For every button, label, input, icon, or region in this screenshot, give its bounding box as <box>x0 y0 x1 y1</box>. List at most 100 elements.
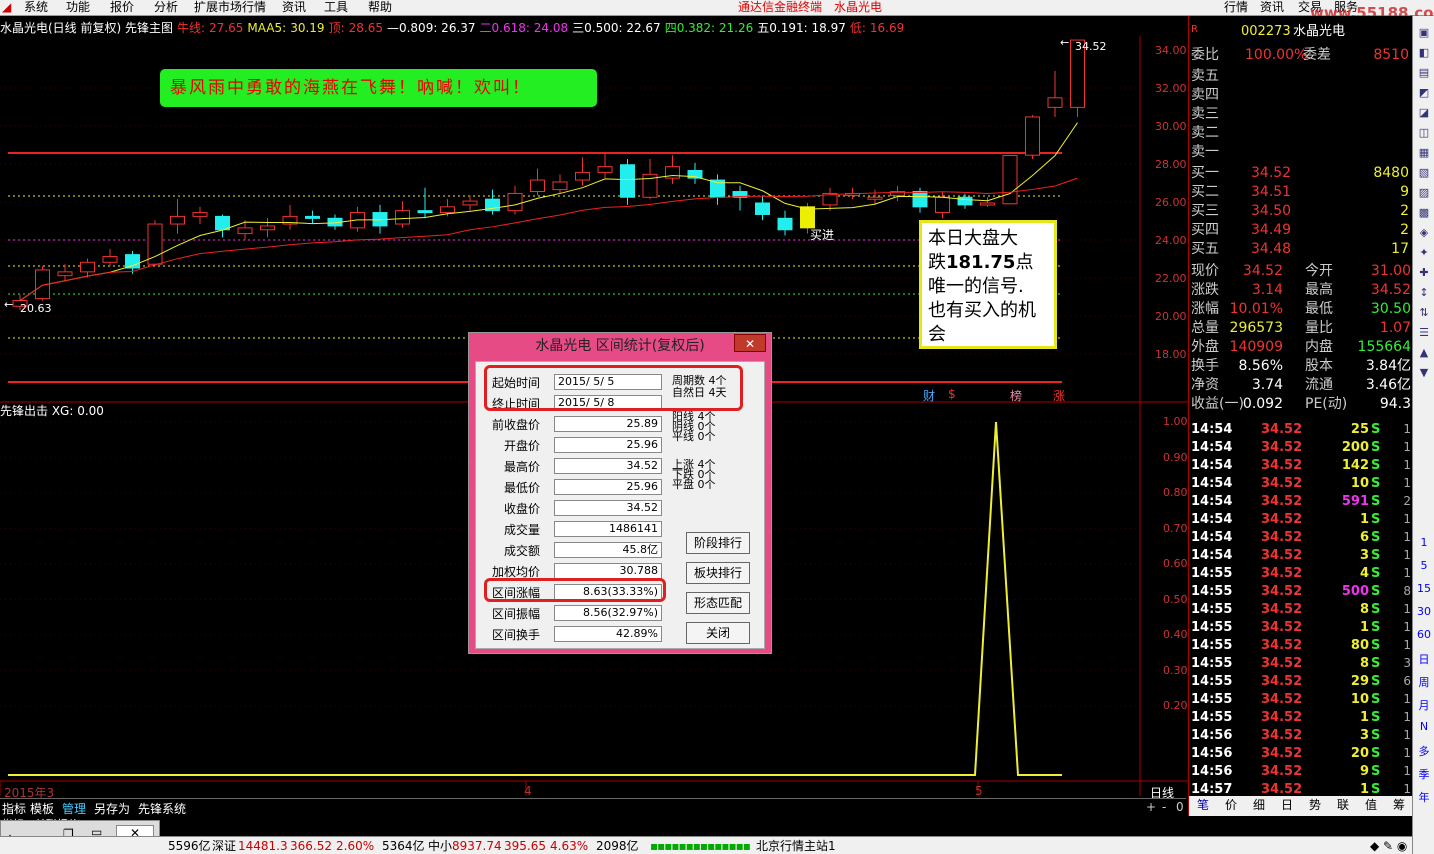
candle-body <box>755 202 770 215</box>
period-button[interactable]: 30 <box>1415 605 1433 618</box>
toolbar-icon[interactable]: ▩ <box>1415 206 1433 219</box>
tick-row: 14:55 34.52 1 S 1 <box>1191 620 1411 635</box>
panel-tab[interactable]: 筹 <box>1393 796 1405 815</box>
marker-limit-up[interactable]: 涨 <box>1053 387 1065 404</box>
menu-system[interactable]: 系统 <box>24 0 48 15</box>
marker-ranking[interactable]: 榜 <box>1010 387 1022 404</box>
note-line-3: 唯一的信号. <box>928 276 1024 297</box>
zoom-out-icon[interactable]: - <box>1162 800 1166 814</box>
stat-row: 涨跌 3.14 最高 34.52 <box>1191 282 1411 298</box>
candle-body <box>935 196 950 214</box>
zoom-reset[interactable]: 0 <box>1176 800 1184 814</box>
period-button[interactable]: 60 <box>1415 628 1433 641</box>
date-label-may: 5 <box>975 784 983 798</box>
period-button[interactable]: 月 <box>1415 697 1433 713</box>
right-toolbar: ▣ ◧ ▤ ◩ ◪ ◫ ▦ ▧ ▨ ▩ ◈ ✦ ✚ ↕ ⇅ ☰ ▲ ▼ 1 5 15 30 60 日周月 N 多季年 <box>1412 16 1434 854</box>
stage-rank-button[interactable]: 阶段排行 <box>686 532 750 554</box>
menu-analysis[interactable]: 分析 <box>154 0 178 15</box>
stat-value: 1486141 <box>554 521 662 537</box>
tab-manage[interactable]: 管理 <box>62 800 86 817</box>
candle-body <box>440 206 455 214</box>
toolbar-icon[interactable]: ▣ <box>1415 26 1433 39</box>
toolbar-icon[interactable]: ✦ <box>1415 246 1433 259</box>
zoom-in-icon[interactable]: + <box>1146 800 1156 814</box>
toolbar-icon[interactable]: ▦ <box>1415 146 1433 159</box>
toolbar-icon[interactable]: ▨ <box>1415 186 1433 199</box>
period-button[interactable]: 1 <box>1415 536 1433 549</box>
toolbar-icon[interactable]: ◫ <box>1415 126 1433 139</box>
toolbar-icon[interactable]: ▼ <box>1415 366 1433 379</box>
high-price-label: 34.52 <box>1075 40 1107 53</box>
toolbar-icon[interactable]: ✚ <box>1415 266 1433 279</box>
candle-body <box>417 210 433 214</box>
low-value: 16.69 <box>869 21 905 35</box>
tab-vanguard-system[interactable]: 先锋系统 <box>138 800 186 817</box>
panel-tab[interactable]: 日 <box>1281 796 1293 815</box>
toolbar-icon[interactable]: ◪ <box>1415 106 1433 119</box>
panel-tab[interactable]: 价 <box>1225 796 1237 815</box>
toolbar-icon[interactable]: ◩ <box>1415 86 1433 99</box>
candle-body <box>395 210 410 225</box>
menu-news[interactable]: 资讯 <box>282 0 306 15</box>
status-server[interactable]: 北京行情主站1 <box>756 837 836 854</box>
banner-text: 暴风雨中勇敢的海燕在飞舞！吶喊！欢叫！ <box>160 69 597 107</box>
panel-tab[interactable]: 势 <box>1309 796 1321 815</box>
period-button[interactable]: 日 <box>1415 651 1433 667</box>
period-button[interactable]: 季 <box>1415 766 1433 782</box>
menu-quote[interactable]: 报价 <box>110 0 134 15</box>
toolbar-icon[interactable]: ▲ <box>1415 346 1433 359</box>
marker-finance[interactable]: 财 <box>923 387 935 404</box>
buy-signal-label: 买进 <box>810 228 835 242</box>
status-bar: 5596亿 深证 14481.3 366.52 2.60% 5364亿 中小 8… <box>0 836 1412 854</box>
stock-code: 002273 <box>1241 24 1291 39</box>
candle-body <box>215 215 230 231</box>
toolbar-icon[interactable]: ▤ <box>1415 66 1433 79</box>
menu-help[interactable]: 帮助 <box>368 0 392 15</box>
sector-rank-button[interactable]: 板块排行 <box>686 562 750 584</box>
button-market[interactable]: 行情 <box>1224 0 1248 15</box>
tick-row: 14:55 34.52 8 S 3 <box>1191 656 1411 671</box>
panel-tab[interactable]: 值 <box>1365 796 1377 815</box>
period-button[interactable]: 周 <box>1415 674 1433 690</box>
toolbar-icon[interactable]: ◧ <box>1415 46 1433 59</box>
period-button[interactable]: 5 <box>1415 559 1433 572</box>
panel-tab[interactable]: 笔 <box>1197 796 1209 815</box>
ping-count: 平线 0个 <box>672 430 716 443</box>
button-news[interactable]: 资讯 <box>1260 0 1284 15</box>
status-icons: ◆ ✎ ◉ <box>1370 839 1408 853</box>
menu-extended-market[interactable]: 扩展市场行情 <box>194 0 266 15</box>
panel-tabs: 笔价细日势联值筹 <box>1189 796 1413 816</box>
marker-dollar[interactable]: $ <box>948 387 956 401</box>
status-volume-2: 5364亿 <box>382 839 425 853</box>
stat-value: 42.89% <box>554 626 662 642</box>
panel-tab[interactable]: 联 <box>1337 796 1349 815</box>
sell-level-row: 卖一 <box>1191 144 1219 160</box>
period-button[interactable]: 多 <box>1415 743 1433 759</box>
candle-body <box>260 225 275 231</box>
period-button[interactable]: 年 <box>1415 789 1433 805</box>
toolbar-icon[interactable]: ◈ <box>1415 226 1433 239</box>
stat-row: 外盘 140909 内盘 155664 <box>1191 339 1411 355</box>
close-button[interactable]: 关闭 <box>686 622 750 644</box>
period-button[interactable]: N <box>1415 720 1433 733</box>
tab-template[interactable]: 模板 <box>30 800 54 817</box>
toolbar-icon[interactable]: ☰ <box>1415 326 1433 339</box>
tab-save-as[interactable]: 另存为 <box>94 800 130 817</box>
candle-body <box>462 200 478 206</box>
toolbar-icon[interactable]: ⇅ <box>1415 306 1433 319</box>
panel-tab[interactable]: 细 <box>1253 796 1265 815</box>
stat-label: 收盘价 <box>503 502 540 516</box>
toolbar-icon[interactable]: ↕ <box>1415 286 1433 299</box>
top-value: 28.65 <box>348 21 383 35</box>
toolbar-icon[interactable]: ▧ <box>1415 166 1433 179</box>
tab-indicator[interactable]: 指标 <box>2 800 26 817</box>
candle-body <box>507 192 523 212</box>
dialog-close-icon[interactable]: ✕ <box>734 334 766 352</box>
annotation-note: 本日大盘大 跌181.75点 唯一的信号. 也有买入的机 会 <box>919 220 1057 349</box>
pattern-match-button[interactable]: 形态匹配 <box>686 592 750 614</box>
menu-function[interactable]: 功能 <box>66 0 90 15</box>
niuxian-label: 牛线: <box>177 21 206 35</box>
sell-level-row: 卖五 <box>1191 68 1219 84</box>
period-button[interactable]: 15 <box>1415 582 1433 595</box>
menu-tools[interactable]: 工具 <box>324 0 348 15</box>
